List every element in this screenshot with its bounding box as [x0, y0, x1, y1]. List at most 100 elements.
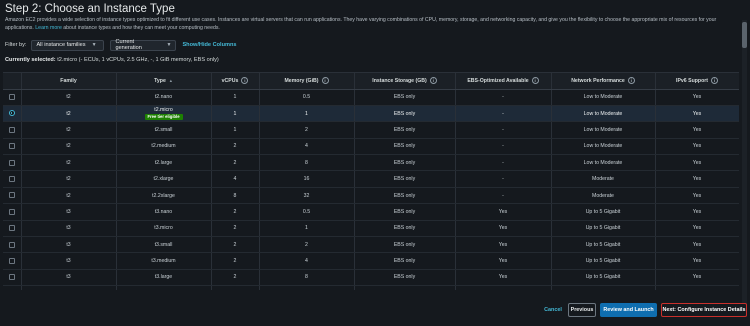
row-select-cell[interactable]: [3, 285, 22, 290]
description-tail: about instance types and how they can me…: [63, 25, 220, 32]
cell-ipv6-value: Yes: [692, 258, 702, 265]
cell-ebs: -: [455, 187, 552, 205]
header-vcpus[interactable]: vCPUs i: [211, 73, 260, 90]
cell-type: t3.small: [116, 236, 212, 254]
cell-vcpus: 1: [211, 105, 260, 123]
row-select-cell[interactable]: [3, 236, 22, 254]
row-checkbox[interactable]: [8, 94, 15, 100]
row-select-cell[interactable]: [3, 220, 22, 238]
header-memory[interactable]: Memory (GiB) i: [259, 73, 355, 90]
table-row[interactable]: t3 t3.large 2 8 EBS only Yes Up to 5 Gigabit Ye…: [3, 269, 739, 287]
cell-ebs-value: -: [502, 126, 504, 133]
header-ebs-optimized[interactable]: EBS-Optimized Available i: [455, 73, 552, 90]
page-scrollbar[interactable]: [742, 20, 747, 310]
cell-storage: EBS only: [354, 121, 456, 139]
table-row[interactable]: t2 t2.small 1 2 EBS only - Low to Moderate Yes: [3, 121, 739, 139]
info-icon[interactable]: i: [321, 77, 329, 85]
cell-type-value: t2.2xlarge: [152, 192, 175, 199]
cell-network-value: Moderate: [592, 192, 614, 199]
row-checkbox[interactable]: [8, 143, 15, 150]
row-checkbox[interactable]: [8, 126, 15, 133]
cancel-button[interactable]: Cancel: [541, 303, 565, 317]
table-row[interactable]: t3 t3.nano 2 0.5 EBS only Yes Up to 5 Gigabit Y…: [3, 203, 739, 221]
cell-type-value: t2.medium: [151, 143, 176, 150]
row-checkbox[interactable]: [8, 208, 15, 215]
previous-button[interactable]: Previous: [568, 303, 596, 317]
info-icon[interactable]: i: [429, 77, 437, 85]
header-ebs-label: EBS-Optimized Available: [467, 78, 529, 85]
info-icon[interactable]: i: [711, 77, 718, 85]
cell-memory: 0.5: [259, 89, 355, 106]
cell-memory: 4: [259, 138, 355, 156]
info-icon[interactable]: i: [627, 77, 635, 85]
cell-network-value: Up to 5 Gigabit: [585, 241, 621, 248]
cell-storage-value: EBS only: [393, 208, 416, 215]
header-ipv6[interactable]: IPv6 Support i: [655, 73, 739, 90]
cell-family-value: t2: [66, 143, 71, 150]
table-row[interactable]: t2 t2.xlarge 4 16 EBS only - Moderate Yes: [3, 170, 739, 188]
header-type-label: Type: [154, 77, 166, 84]
cell-memory: 2: [259, 236, 355, 254]
cell-family-value: t2: [66, 110, 71, 117]
row-select-cell[interactable]: [3, 252, 22, 270]
table-row[interactable]: t2 t2.nano 1 0.5 EBS only - Low to Moderate Yes: [3, 89, 739, 106]
row-checkbox[interactable]: [8, 175, 15, 182]
cell-network-value: Up to 5 Gigabit: [585, 208, 621, 215]
instance-family-select[interactable]: All instance families ▼: [31, 39, 105, 51]
header-family[interactable]: Family: [21, 73, 117, 90]
cell-ebs: Yes: [455, 220, 552, 238]
table-row[interactable]: t3t3.xlarge416EBS onlyYesUp to 5 Gigabit…: [3, 285, 739, 290]
row-checkbox[interactable]: [8, 257, 15, 264]
row-checkbox[interactable]: [8, 225, 15, 232]
header-network[interactable]: Network Performance i: [551, 73, 656, 90]
review-and-launch-button[interactable]: Review and Launch: [600, 303, 657, 317]
row-select-cell[interactable]: [3, 89, 22, 106]
row-checkbox[interactable]: [8, 274, 15, 281]
row-checkbox[interactable]: [8, 159, 15, 166]
cell-family-value: t3: [66, 241, 71, 248]
table-row[interactable]: t3 t3.small 2 2 EBS only Yes Up to 5 Gigabit Ye…: [3, 236, 739, 254]
table-row[interactable]: t3 t3.micro 2 1 EBS only Yes Up to 5 Gigabit Ye…: [3, 220, 739, 238]
cell-vcpus: 2: [211, 220, 260, 238]
table-row[interactable]: t2 t2.micro Free tier eligible 1 1 EBS only - L…: [3, 105, 739, 123]
cell-network-value: Up to 5 Gigabit: [585, 225, 621, 232]
table-row[interactable]: t2 t2.medium 2 4 EBS only - Low to Moderate Yes: [3, 138, 739, 156]
header-ipv6-label: IPv6 Support: [676, 78, 708, 85]
row-select-cell[interactable]: [3, 170, 22, 188]
cell-family-value: t2: [66, 94, 71, 101]
info-icon[interactable]: i: [241, 77, 249, 85]
currently-selected: Currently selected: t2.micro (- ECUs, 1 …: [5, 57, 219, 63]
row-checkbox[interactable]: [8, 241, 15, 248]
table-row[interactable]: t2 t2.2xlarge 8 32 EBS only - Moderate Yes: [3, 187, 739, 205]
chevron-down-icon: ▼: [91, 42, 97, 48]
header-storage[interactable]: Instance Storage (GB) i: [354, 73, 456, 90]
info-icon[interactable]: i: [531, 77, 539, 85]
next-configure-instance-details-button[interactable]: Next: Configure Instance Details: [661, 303, 747, 317]
learn-more-link[interactable]: Learn more: [35, 25, 62, 31]
row-select-cell[interactable]: [3, 154, 22, 172]
cell-storage: EBS only: [354, 89, 456, 106]
cell-memory: 8: [259, 154, 355, 172]
table-row[interactable]: t3 t3.medium 2 4 EBS only Yes Up to 5 Gigabit Y…: [3, 252, 739, 270]
cell-ebs-value: Yes: [498, 241, 508, 248]
row-checkbox[interactable]: [8, 192, 15, 199]
row-select-cell[interactable]: [3, 138, 22, 156]
show-hide-columns-link[interactable]: Show/Hide Columns: [182, 42, 236, 48]
cell-ipv6: Yes: [655, 252, 739, 270]
cell-storage-value: EBS only: [393, 258, 416, 265]
header-type[interactable]: Type ▲: [116, 73, 212, 90]
row-radio-selected[interactable]: [8, 110, 15, 117]
wizard-footer: Cancel Previous Review and Launch Next: …: [0, 300, 750, 320]
row-select-cell[interactable]: [3, 269, 22, 287]
cell-memory-value: 1: [305, 110, 308, 117]
generation-select[interactable]: Current generation ▼: [110, 39, 177, 51]
cell-vcpus-value: 1: [233, 94, 237, 101]
row-select-cell[interactable]: [3, 203, 22, 221]
scrollbar-thumb[interactable]: [742, 22, 747, 48]
row-select-cell[interactable]: [3, 105, 22, 123]
table-row[interactable]: t2 t2.large 2 8 EBS only - Low to Moderate Yes: [3, 154, 739, 172]
cell-type-value: t2.xlarge: [153, 176, 174, 183]
cell-memory: 1: [259, 220, 355, 238]
row-select-cell[interactable]: [3, 187, 22, 205]
row-select-cell[interactable]: [3, 121, 22, 139]
